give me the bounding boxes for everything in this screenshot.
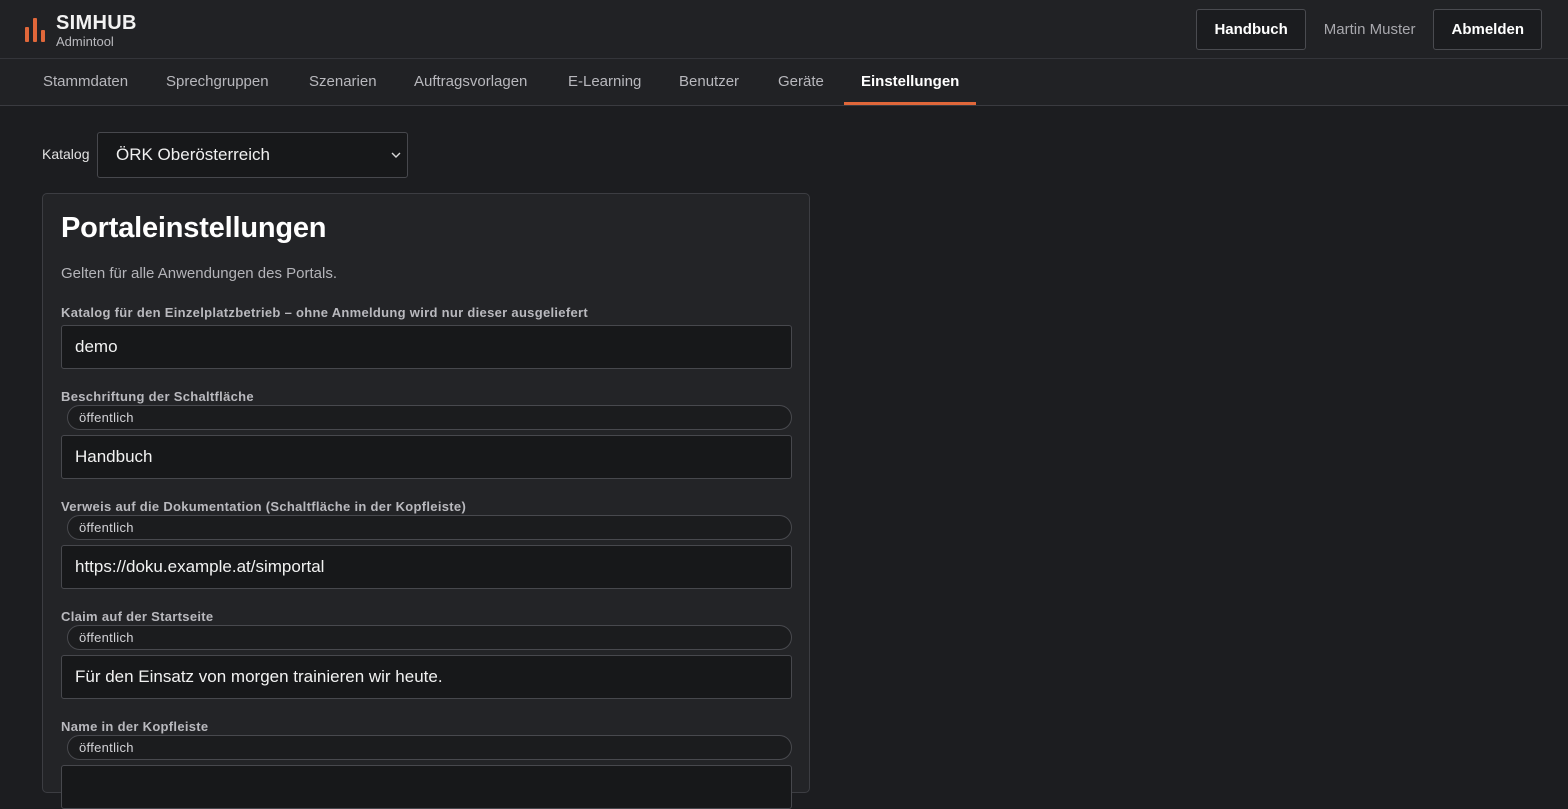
- input-value: https://doku.example.at/simportal: [75, 557, 325, 576]
- public-badge: öffentlich: [67, 515, 792, 540]
- brand[interactable]: SIMHUB Admintool: [24, 12, 137, 49]
- catalog-label: Katalog: [42, 146, 90, 162]
- claim-input[interactable]: Für den Einsatz von morgen trainieren wi…: [61, 655, 792, 699]
- tab-einstellungen[interactable]: Einstellungen: [844, 59, 977, 105]
- field-label-header-name: Name in der Kopfleiste: [61, 719, 209, 734]
- card-description: Gelten für alle Anwendungen des Portals.: [61, 265, 338, 282]
- brand-subtitle: Admintool: [56, 34, 114, 49]
- portal-settings-card: Portaleinstellungen Gelten für alle Anwe…: [42, 193, 810, 809]
- button-caption-input[interactable]: Handbuch: [61, 435, 792, 479]
- input-value: Handbuch: [75, 447, 153, 466]
- tab-auftragsvorlagen[interactable]: Auftragsvorlagen: [397, 59, 544, 105]
- tab-geraete[interactable]: Geräte: [761, 59, 841, 105]
- tab-stammdaten[interactable]: Stammdaten: [26, 59, 145, 105]
- tab-e-learning[interactable]: E-Learning: [551, 59, 658, 105]
- main-nav: Stammdaten Sprechgruppen Szenarien Auftr…: [0, 59, 1568, 106]
- user-name: Martin Muster: [1323, 21, 1416, 38]
- field-label-claim: Claim auf der Startseite: [61, 609, 214, 624]
- top-header: SIMHUB Admintool Handbuch Martin Muster …: [0, 0, 1568, 59]
- field-label-button-caption: Beschriftung der Schaltfläche: [61, 389, 254, 404]
- bar-chart-logo-icon: [25, 18, 45, 42]
- single-seat-catalog-input[interactable]: demo: [61, 325, 792, 369]
- catalog-selected-value: ÖRK Oberösterreich: [116, 145, 270, 164]
- logout-button[interactable]: Abmelden: [1433, 9, 1542, 50]
- card-title: Portaleinstellungen: [61, 212, 327, 244]
- tab-benutzer[interactable]: Benutzer: [662, 59, 756, 105]
- input-value: demo: [75, 337, 118, 356]
- field-label-single-seat-catalog: Katalog für den Einzelplatzbetrieb – ohn…: [61, 305, 588, 320]
- documentation-link-input[interactable]: https://doku.example.at/simportal: [61, 545, 792, 589]
- public-badge: öffentlich: [67, 405, 792, 430]
- public-badge: öffentlich: [67, 735, 792, 760]
- tab-szenarien[interactable]: Szenarien: [292, 59, 394, 105]
- input-value: Für den Einsatz von morgen trainieren wi…: [75, 667, 443, 686]
- public-badge: öffentlich: [67, 625, 792, 650]
- brand-name: SIMHUB: [56, 12, 137, 34]
- chevron-down-icon: [391, 152, 401, 158]
- catalog-select[interactable]: ÖRK Oberösterreich: [97, 132, 408, 178]
- tab-sprechgruppen[interactable]: Sprechgruppen: [149, 59, 286, 105]
- field-label-documentation-link: Verweis auf die Dokumentation (Schaltflä…: [61, 499, 467, 514]
- manual-button[interactable]: Handbuch: [1196, 9, 1306, 50]
